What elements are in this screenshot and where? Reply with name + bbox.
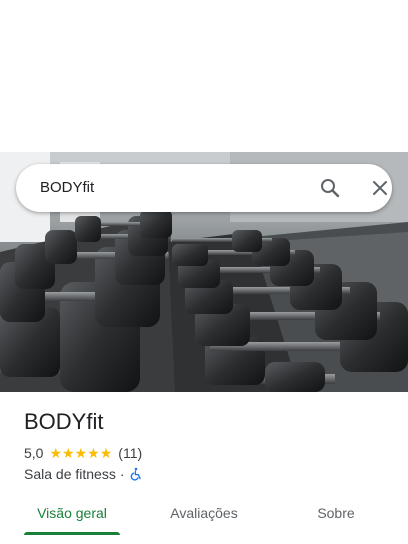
search-icon[interactable] — [318, 176, 342, 200]
category-row: Sala de fitness · — [24, 465, 143, 483]
active-tab-indicator — [24, 532, 120, 535]
separator: · — [119, 466, 125, 482]
rating-stars: ★ ★ ★ ★ ★ — [49, 444, 112, 462]
search-input[interactable]: BODYfit — [40, 164, 94, 212]
star-icon: ★ — [49, 445, 63, 461]
close-icon[interactable] — [368, 176, 392, 200]
tab-about[interactable]: Sobre — [288, 492, 384, 534]
star-icon: ★ — [62, 445, 75, 461]
place-name: BODYfit — [24, 409, 104, 434]
star-icon: ★ — [99, 445, 113, 461]
map-area — [0, 0, 408, 152]
rating-row[interactable]: 5,0 ★ ★ ★ ★ ★ (11) — [24, 444, 142, 462]
place-tabs: Visão geral Avaliações Sobre — [0, 492, 408, 536]
review-count[interactable]: (11) — [118, 444, 142, 462]
rating-value: 5,0 — [24, 445, 44, 461]
search-bar[interactable]: BODYfit — [16, 164, 392, 212]
place-category: Sala de fitness — [24, 466, 116, 482]
tab-overview[interactable]: Visão geral — [24, 492, 120, 534]
tab-reviews[interactable]: Avaliações — [156, 492, 252, 534]
star-icon: ★ — [87, 445, 100, 461]
wheelchair-accessible-icon — [129, 467, 143, 481]
star-icon: ★ — [74, 445, 88, 461]
